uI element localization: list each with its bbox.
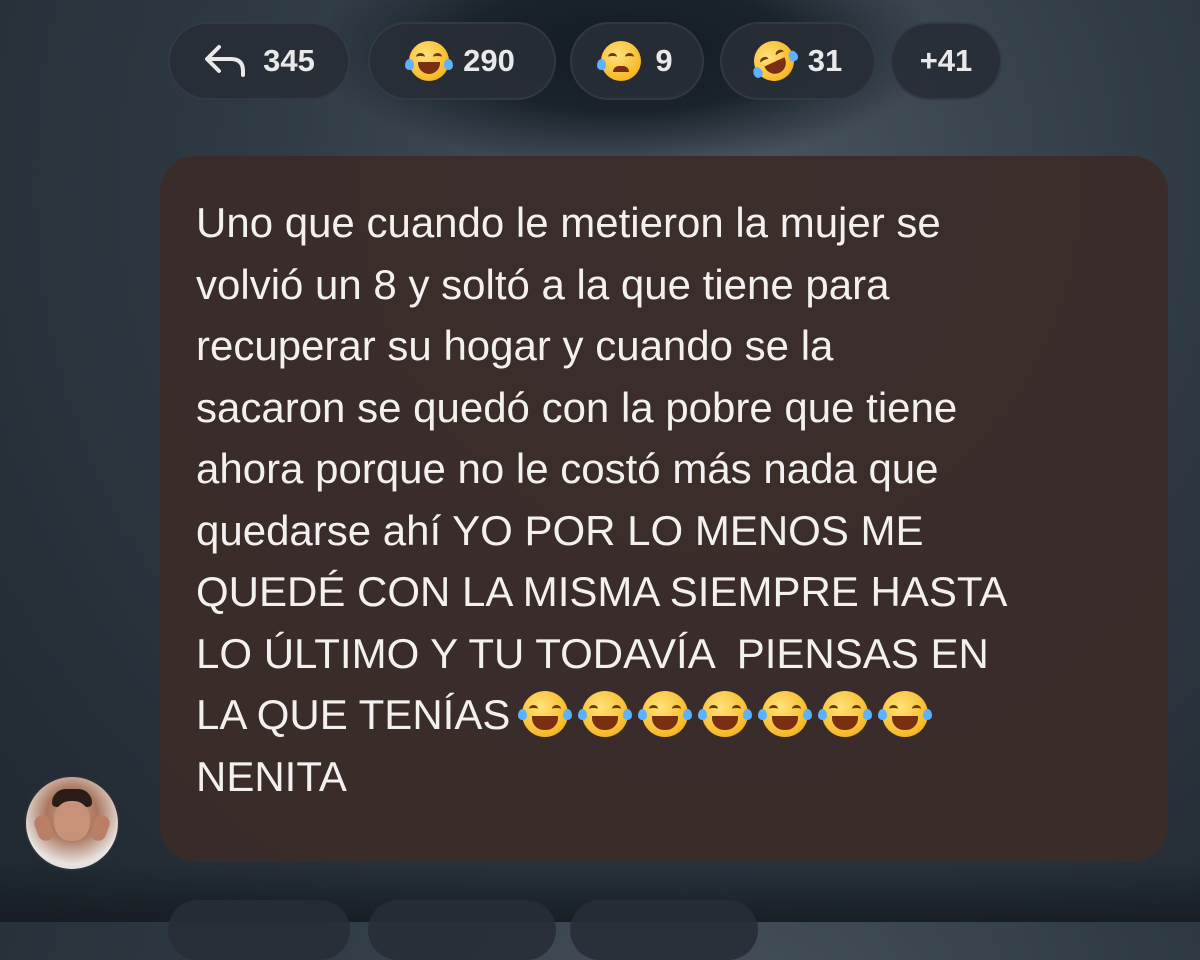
tears-of-joy-emoji-icon <box>578 691 633 737</box>
message-line: LA QUE TENÍAS <box>196 691 523 738</box>
message-line: volvió un 8 y soltó a la que tiene para <box>196 260 890 308</box>
tears-of-joy-emoji-icon <box>518 691 573 737</box>
tears-of-joy-emoji-icon <box>638 691 693 737</box>
message-line: ahora porque no le costó más nada que <box>196 445 939 492</box>
crying-emoji-icon <box>597 41 642 81</box>
more-reactions-count: +41 <box>919 43 973 78</box>
next-reaction[interactable] <box>368 900 556 960</box>
message-text: Uno que cuando le metieron la mujer se v… <box>196 192 1128 807</box>
tears-of-joy-emoji-icon <box>405 41 454 81</box>
user-avatar[interactable] <box>24 775 120 871</box>
more-reactions-button[interactable]: +41 <box>890 22 1002 100</box>
message-line: Uno que cuando le metieron la mujer se <box>196 199 941 246</box>
reply-count: 345 <box>263 43 315 78</box>
tears-of-joy-emoji-icon <box>758 691 813 737</box>
message-line: sacaron se quedó con la pobre que tiene <box>196 383 958 431</box>
message-line: recuperar su hogar y cuando se la <box>196 322 834 369</box>
reaction-count: 9 <box>655 43 673 78</box>
reply-arrow-icon <box>205 45 246 77</box>
rofl-emoji-icon <box>747 34 801 88</box>
tears-of-joy-emoji-icon <box>698 691 753 737</box>
reply-button[interactable]: 345 <box>168 22 350 100</box>
reaction-count: 31 <box>807 43 843 78</box>
tears-of-joy-emoji-icon <box>818 691 873 737</box>
message-line: LO ÚLTIMO Y TU TODAVÍA PIENSAS EN <box>196 629 989 677</box>
message-line: NENITA <box>196 752 347 800</box>
message-line: quedarse ahí YO POR LO MENOS ME <box>196 506 924 554</box>
reaction-crying[interactable]: 9 <box>570 22 704 100</box>
reaction-tears-of-joy[interactable]: 290 <box>368 22 556 100</box>
message-bubble: Uno que cuando le metieron la mujer se v… <box>160 156 1168 862</box>
reaction-rofl[interactable]: 31 <box>720 22 876 100</box>
reaction-count: 290 <box>463 43 515 78</box>
emoji-row <box>518 691 942 738</box>
next-reply-button[interactable] <box>168 900 350 960</box>
next-reaction[interactable] <box>570 900 758 960</box>
message-line: QUEDÉ CON LA MISMA SIEMPRE HASTA <box>196 568 1008 615</box>
tears-of-joy-emoji-icon <box>878 691 933 737</box>
